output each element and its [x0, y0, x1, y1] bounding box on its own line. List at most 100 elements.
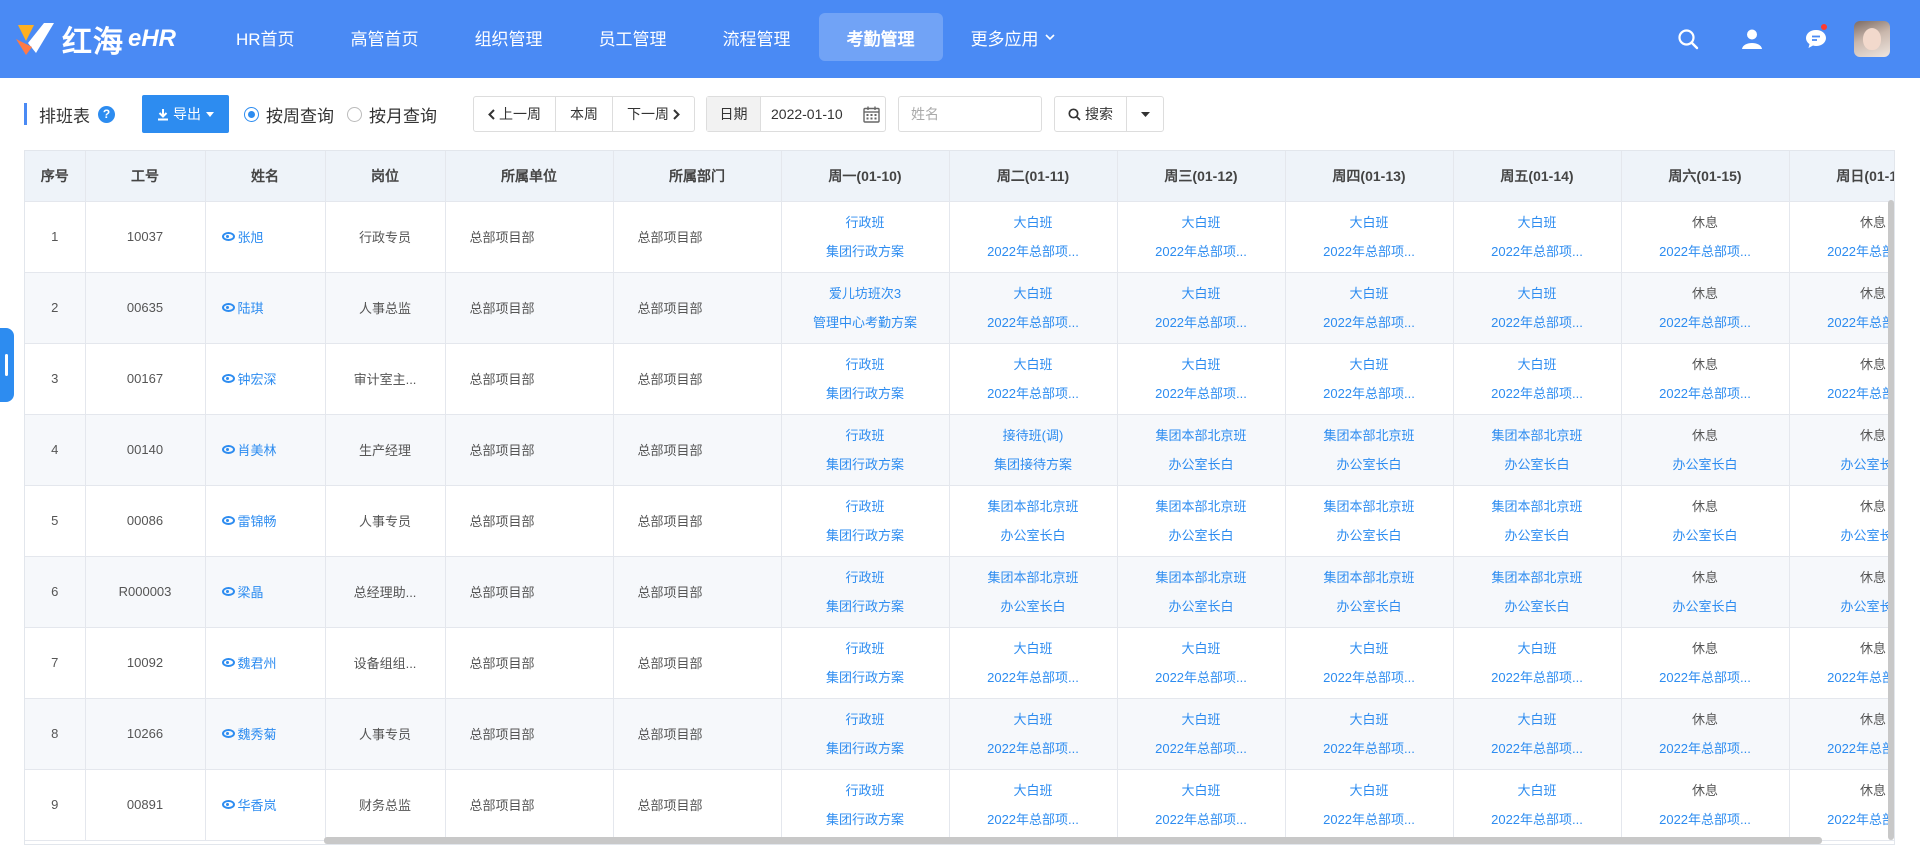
shift-plan[interactable]: 2022年总部项... — [1286, 805, 1453, 834]
shift-cell[interactable]: 大白班 2022年总部项... — [1453, 627, 1622, 699]
shift-plan[interactable]: 2022年总部项... — [1454, 734, 1621, 763]
radio-week-query[interactable]: 按周查询 — [244, 102, 334, 127]
shift-name[interactable]: 休息 — [1622, 492, 1789, 521]
shift-plan[interactable]: 办公室长白 — [1286, 592, 1453, 621]
shift-name[interactable]: 大白班 — [950, 350, 1117, 379]
shift-name[interactable]: 集团本部北京班 — [1286, 492, 1453, 521]
shift-name[interactable]: 休息 — [1622, 776, 1789, 805]
shift-cell[interactable]: 集团本部北京班 办公室长白 — [949, 556, 1118, 628]
shift-cell[interactable]: 行政班 集团行政方案 — [781, 698, 950, 770]
shift-name[interactable]: 大白班 — [1454, 776, 1621, 805]
shift-cell[interactable]: 休息2022年总部项... — [1789, 769, 1894, 841]
shift-plan[interactable]: 2022年总部项... — [1286, 734, 1453, 763]
eye-icon[interactable] — [221, 587, 235, 596]
shift-plan[interactable]: 2022年总部项... — [1118, 237, 1285, 266]
shift-name[interactable]: 大白班 — [1286, 350, 1453, 379]
shift-plan[interactable]: 2022年总部项... — [1790, 308, 1894, 337]
nav-item-hr-home[interactable]: HR首页 — [208, 13, 323, 61]
shift-cell[interactable]: 爱儿坊班次3 管理中心考勤方案 — [781, 272, 950, 344]
shift-plan[interactable]: 2022年总部项... — [1454, 237, 1621, 266]
shift-cell[interactable]: 集团本部北京班 办公室长白 — [1285, 414, 1454, 486]
employee-name-link[interactable]: 肖美林 — [238, 443, 277, 458]
eye-icon[interactable] — [221, 303, 235, 312]
shift-cell[interactable]: 大白班 2022年总部项... — [1285, 627, 1454, 699]
shift-name[interactable]: 大白班 — [1454, 705, 1621, 734]
shift-cell[interactable]: 大白班 2022年总部项... — [1117, 627, 1286, 699]
eye-icon[interactable] — [221, 374, 235, 383]
employee-name-cell[interactable]: 肖美林 — [205, 414, 326, 486]
employee-name-cell[interactable]: 魏君州 — [205, 627, 326, 699]
table-row[interactable]: 9 00891 华香岚 财务总监 总部项目部 总部项目部 行政班 集团行政方案 大白班 2022年… — [25, 769, 1894, 841]
shift-cell[interactable]: 大白班 2022年总部项... — [1285, 698, 1454, 770]
shift-name[interactable]: 休息 — [1790, 492, 1895, 521]
shift-name[interactable]: 行政班 — [782, 492, 949, 521]
shift-plan[interactable]: 2022年总部项... — [1622, 734, 1789, 763]
employee-name-link[interactable]: 钟宏深 — [238, 372, 277, 387]
shift-cell[interactable]: 大白班 2022年总部项... — [1285, 201, 1454, 273]
this-week-button[interactable]: 本周 — [556, 97, 613, 131]
side-expand-handle[interactable] — [0, 328, 14, 402]
shift-cell[interactable]: 集团本部北京班 办公室长白 — [1285, 556, 1454, 628]
shift-plan[interactable]: 2022年总部项... — [1286, 663, 1453, 692]
shift-name[interactable]: 行政班 — [782, 421, 949, 450]
shift-name[interactable]: 大白班 — [1118, 705, 1285, 734]
export-button[interactable]: 导出 — [142, 95, 229, 133]
shift-name[interactable]: 休息 — [1790, 634, 1895, 663]
nav-item-attendance[interactable]: 考勤管理 — [818, 13, 943, 61]
shift-plan[interactable]: 集团行政方案 — [782, 379, 949, 408]
shift-plan[interactable]: 办公室长白 — [1622, 592, 1789, 621]
shift-name[interactable]: 休息 — [1622, 705, 1789, 734]
shift-plan[interactable]: 2022年总部项... — [1454, 805, 1621, 834]
employee-name-cell[interactable]: 华香岚 — [205, 769, 326, 841]
shift-plan[interactable]: 2022年总部项... — [950, 805, 1117, 834]
employee-name-link[interactable]: 魏君州 — [238, 656, 277, 671]
shift-plan[interactable]: 集团行政方案 — [782, 450, 949, 479]
shift-plan[interactable]: 2022年总部项... — [1118, 379, 1285, 408]
shift-name[interactable]: 集团本部北京班 — [1454, 563, 1621, 592]
shift-plan[interactable]: 2022年总部项... — [1118, 805, 1285, 834]
shift-cell[interactable]: 休息2022年总部项... — [1789, 201, 1894, 273]
shift-plan[interactable]: 办公室长白 — [1622, 521, 1789, 550]
shift-name[interactable]: 大白班 — [1454, 279, 1621, 308]
shift-cell[interactable]: 集团本部北京班 办公室长白 — [1117, 556, 1286, 628]
shift-name[interactable]: 集团本部北京班 — [1454, 421, 1621, 450]
shift-name[interactable]: 休息 — [1622, 350, 1789, 379]
avatar[interactable] — [1854, 21, 1890, 57]
shift-cell[interactable]: 大白班 2022年总部项... — [1117, 698, 1286, 770]
shift-name[interactable]: 大白班 — [1286, 279, 1453, 308]
calendar-icon[interactable] — [857, 97, 885, 131]
shift-cell[interactable]: 集团本部北京班 办公室长白 — [1117, 485, 1286, 557]
shift-plan[interactable]: 集团行政方案 — [782, 663, 949, 692]
employee-name-link[interactable]: 华香岚 — [238, 798, 277, 813]
shift-cell[interactable]: 大白班 2022年总部项... — [1117, 769, 1286, 841]
nav-item-exec-home[interactable]: 高管首页 — [323, 13, 447, 61]
shift-cell[interactable]: 大白班 2022年总部项... — [949, 698, 1118, 770]
shift-plan[interactable]: 集团行政方案 — [782, 592, 949, 621]
shift-plan[interactable]: 2022年总部项... — [950, 663, 1117, 692]
employee-name-cell[interactable]: 梁晶 — [205, 556, 326, 628]
nav-item-org[interactable]: 组织管理 — [447, 13, 571, 61]
chat-icon[interactable] — [1784, 0, 1848, 78]
shift-plan[interactable]: 办公室长白 — [1454, 450, 1621, 479]
shift-cell[interactable]: 行政班 集团行政方案 — [781, 201, 950, 273]
shift-name[interactable]: 集团本部北京班 — [1118, 421, 1285, 450]
shift-name[interactable]: 大白班 — [950, 776, 1117, 805]
eye-icon[interactable] — [221, 658, 235, 667]
shift-name[interactable]: 集团本部北京班 — [950, 563, 1117, 592]
shift-cell[interactable]: 集团本部北京班 办公室长白 — [1453, 485, 1622, 557]
table-row[interactable]: 1 10037 张旭 行政专员 总部项目部 总部项目部 行政班 集团行政方案 大白班 2022年总… — [25, 201, 1894, 273]
shift-cell[interactable]: 集团本部北京班 办公室长白 — [1285, 485, 1454, 557]
shift-cell[interactable]: 大白班 2022年总部项... — [949, 769, 1118, 841]
date-field[interactable]: 日期 2022-01-10 — [706, 96, 886, 132]
shift-plan[interactable]: 办公室长白 — [1286, 521, 1453, 550]
shift-cell[interactable]: 行政班 集团行政方案 — [781, 414, 950, 486]
shift-plan[interactable]: 管理中心考勤方案 — [782, 308, 949, 337]
shift-name[interactable]: 休息 — [1790, 279, 1895, 308]
prev-week-button[interactable]: 上一周 — [474, 97, 556, 131]
eye-icon[interactable] — [221, 516, 235, 525]
shift-cell[interactable]: 休息办公室长白 — [1789, 556, 1894, 628]
shift-cell[interactable]: 大白班 2022年总部项... — [1453, 272, 1622, 344]
shift-name[interactable]: 休息 — [1622, 634, 1789, 663]
shift-cell[interactable]: 休息办公室长白 — [1789, 485, 1895, 557]
shift-plan[interactable]: 2022年总部项... — [1118, 663, 1285, 692]
